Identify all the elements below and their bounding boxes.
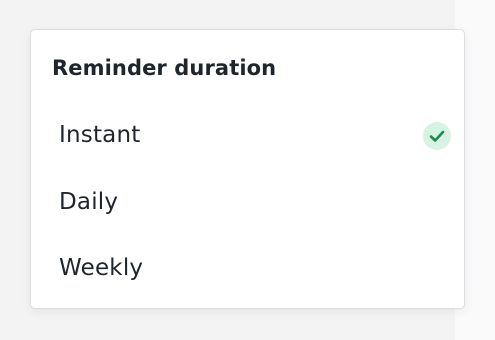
reminder-duration-menu: Reminder duration Instant Daily Weekly: [30, 29, 465, 309]
option-weekly[interactable]: Weekly: [31, 241, 464, 297]
check-icon: [423, 122, 451, 150]
option-label: Instant: [59, 122, 141, 148]
check-mark-path: [429, 130, 445, 142]
menu-title: Reminder duration: [52, 56, 277, 80]
option-instant[interactable]: Instant: [31, 108, 464, 164]
option-label: Weekly: [59, 255, 144, 281]
option-label: Daily: [59, 189, 119, 215]
option-daily[interactable]: Daily: [31, 175, 464, 231]
